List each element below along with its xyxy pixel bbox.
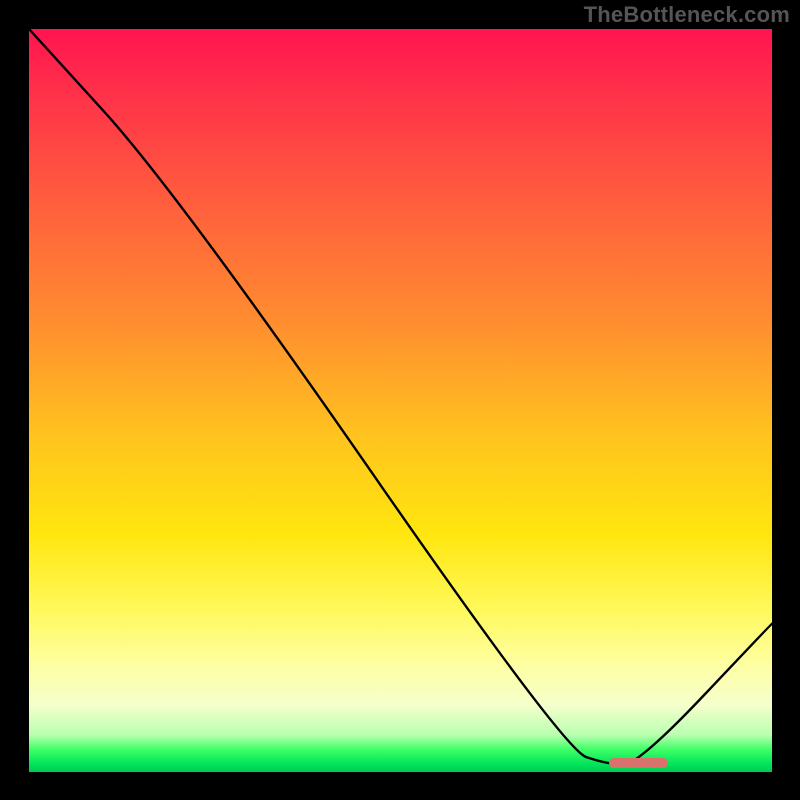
- chart-container: TheBottleneck.com: [0, 0, 800, 800]
- optimal-range-marker: [609, 758, 668, 768]
- axis-spine-right: [772, 26, 775, 775]
- plot-area: [29, 29, 772, 772]
- bottleneck-curve-path: [29, 29, 772, 765]
- axis-spine-bottom: [26, 772, 775, 775]
- attribution-text: TheBottleneck.com: [584, 2, 790, 28]
- axis-spine-left: [26, 26, 29, 775]
- curve-svg: [29, 29, 772, 772]
